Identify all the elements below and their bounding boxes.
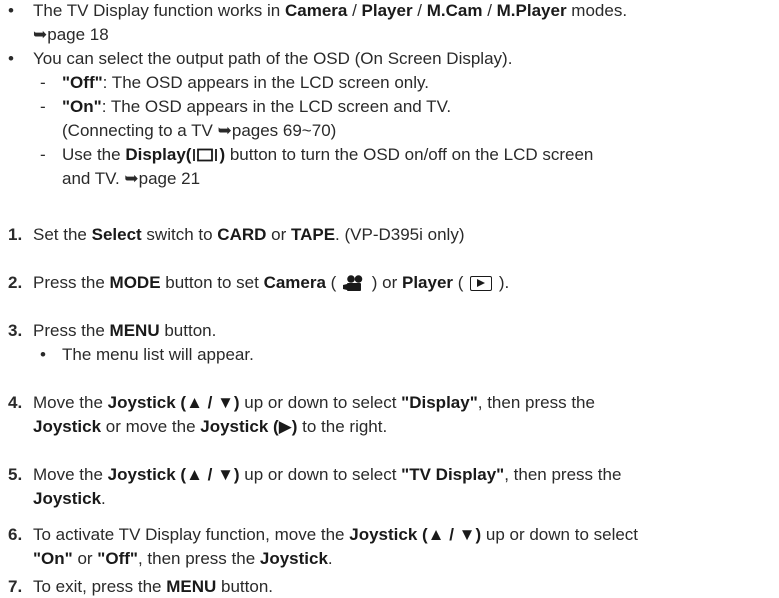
display-button-icon bbox=[192, 147, 218, 169]
option-off: "Off" bbox=[62, 73, 103, 92]
bullet: • bbox=[8, 1, 14, 20]
mode-camera: Camera bbox=[284, 1, 348, 20]
manual-page: • The TV Display function works in Camer… bbox=[8, 1, 639, 596]
page-reference[interactable]: pages 69~70 bbox=[232, 121, 331, 140]
display-button-label: Display( bbox=[125, 145, 192, 164]
page-reference-arrow-icon: ➥ bbox=[124, 169, 139, 188]
page-reference[interactable]: page 18 bbox=[47, 25, 108, 44]
camera-mode-icon bbox=[343, 274, 365, 298]
bullet: • bbox=[8, 49, 14, 68]
page-reference[interactable]: page 21 bbox=[139, 169, 200, 188]
mode-player: Player bbox=[361, 1, 413, 20]
page-reference-arrow-icon: ➥ bbox=[217, 121, 232, 140]
bullet: • bbox=[40, 345, 46, 364]
player-mode-icon bbox=[470, 276, 493, 291]
mode-mplayer: M.Player bbox=[496, 1, 567, 20]
option-on: "On" bbox=[62, 97, 102, 116]
page-reference-arrow-icon: ➥ bbox=[33, 25, 48, 44]
mode-mcam: M.Cam bbox=[426, 1, 483, 20]
